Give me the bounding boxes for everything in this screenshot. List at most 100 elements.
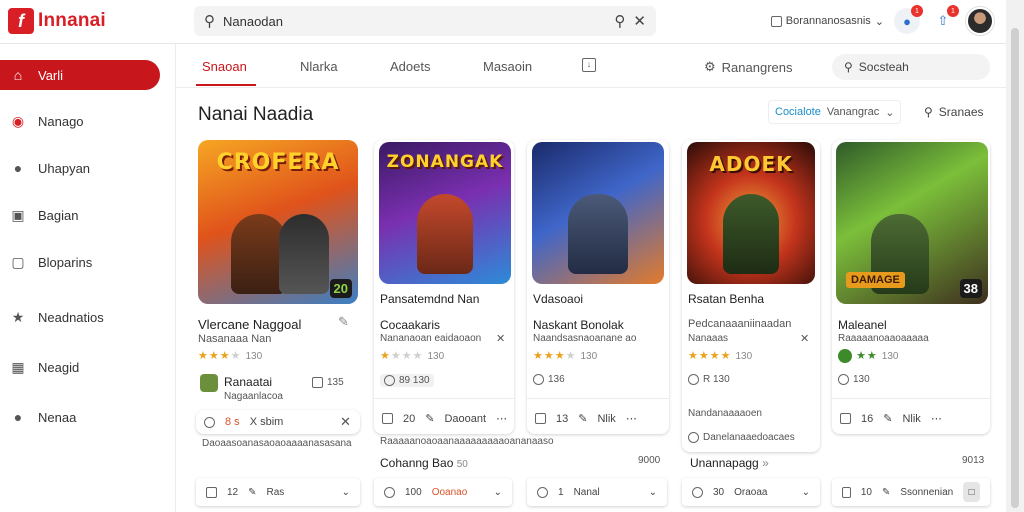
sidebar-item-favorites[interactable]: ★ Neadnatios [0,302,160,332]
card-title[interactable]: Rsatan Benha [688,292,764,306]
sidebar-item-profile[interactable]: ● Nenaa [0,402,160,432]
game-thumbnail[interactable]: DAMAGE 38 [836,142,988,304]
more-icon[interactable]: ⋯ [496,412,507,425]
game-card[interactable]: DAMAGE 38 Maleanel Raaaaanoaaoaaaaa ★★ 13… [832,140,990,434]
filter-search[interactable]: ⚲ Sranaes [924,105,984,119]
share-icon[interactable]: ✎ [578,412,587,425]
more-icon[interactable]: ⋯ [931,412,942,425]
tab-1[interactable]: Nlarka [300,59,338,74]
chevron-down-icon[interactable]: ⌄ [802,487,810,498]
card-title[interactable]: Maleanel [838,318,887,332]
action-a[interactable]: 8 s [225,416,240,428]
rating-count: 130 [881,351,899,362]
close-icon[interactable]: ✕ [633,12,646,30]
scrollbar[interactable] [1006,0,1024,512]
developer-name[interactable]: Ranaatai [224,375,272,389]
sidebar-item-grid[interactable]: ▦ Neagid [0,352,160,382]
card-action-b[interactable]: Danelanaaedoacaes [688,432,795,443]
action-b[interactable]: Nlik [902,413,920,425]
upload-button[interactable]: ⇧ 1 [930,5,959,34]
bottom-action-bar: 30 Oraoaa ⌄ [682,478,820,506]
game-thumbnail[interactable]: ZONANGAK [379,142,511,284]
game-card[interactable]: Vdasoaoi Naskant Bonolak Naandsasnaoanan… [527,140,669,434]
close-icon[interactable]: ✕ [800,332,809,345]
more-icon[interactable]: ⋯ [626,412,637,425]
divider [832,398,990,399]
sidebar-item-users[interactable]: ● Uhapyan [0,153,160,183]
game-card[interactable]: ZONANGAK Pansatemdnd Nan Cocaakaris Nana… [374,140,514,434]
action-a[interactable]: 13 [556,413,568,425]
comment-icon[interactable] [382,413,393,424]
tab-3[interactable]: Masaoin [483,59,532,74]
bottom-label[interactable]: Oraoaa [734,487,767,498]
game-card[interactable]: ADOEK Rsatan Benha Pedcanaaaniinaadan Na… [682,140,820,452]
sort-label: Ranangrens [721,59,793,75]
action-a[interactable]: 16 [861,413,873,425]
share-icon[interactable]: ✎ [882,487,890,498]
bottom-count[interactable]: 100 [405,487,422,498]
secondary-search[interactable]: ⚲ Socsteah [832,54,990,80]
game-card[interactable]: CROFERA 20 Vlercane Naggoal ✎ Nasanaaa N… [196,140,362,480]
card-actions: 8 s X sbim [204,416,283,428]
scrollbar-thumb[interactable] [1011,28,1019,508]
bottom-count[interactable]: 10 [861,487,872,498]
share-icon[interactable]: ✎ [883,412,892,425]
action-b[interactable]: X sbim [250,416,284,428]
action-b[interactable]: Nlik [597,413,615,425]
comment-icon[interactable] [535,413,546,424]
card-title[interactable]: Pansatemdnd Nan [380,292,479,306]
like-icon[interactable] [692,486,703,498]
close-icon[interactable]: ✕ [340,414,351,430]
app-logo[interactable]: f Innanai [8,8,106,34]
close-icon[interactable]: ✕ [496,332,505,345]
card-title[interactable]: Vdasoaoi [533,292,583,306]
search-input[interactable] [223,13,607,29]
chevron-down-icon[interactable]: ⌄ [342,487,350,498]
game-thumbnail[interactable]: ADOEK [687,142,815,284]
like-icon[interactable] [204,416,215,428]
card-title[interactable]: Vlercane Naggoal [198,317,301,332]
bottom-label[interactable]: Ras [267,487,285,498]
chevron-down-icon[interactable]: ⌄ [494,487,502,498]
sidebar-item-home[interactable]: ⌂ Varli [0,60,160,90]
share-icon[interactable]: ✎ [425,412,434,425]
share-icon[interactable]: ✎ [248,487,256,498]
sort-button[interactable]: ⚙ Ranangrens [704,59,792,75]
bottom-count[interactable]: 30 [713,487,724,498]
filter-other[interactable]: Vanangrac [827,106,879,118]
chevron-down-icon[interactable]: ⌄ [649,487,657,498]
filter-toggle[interactable]: Cocialote Vanangrac ⌄ [768,100,902,124]
bottom-count[interactable]: 1 [558,487,564,498]
action-a[interactable]: 20 [403,413,415,425]
bottom-label[interactable]: Ssonnenian [900,487,953,498]
bottom-label[interactable]: Nanal [574,487,600,498]
filter-active[interactable]: Cocialote [775,106,821,118]
tab-2[interactable]: Adoets [390,59,430,74]
bottom-count[interactable]: 12 [227,487,238,498]
filter-icon[interactable]: ↓ [582,58,596,72]
like-icon[interactable] [537,486,548,498]
sidebar-item-games[interactable]: ◉ Nanago [0,106,160,136]
card-action-a[interactable]: Nandanaaaaoen [688,408,762,419]
tab-0[interactable]: Snaoan [202,59,247,74]
search-icon: ⚲ [844,60,853,74]
sidebar-item-box[interactable]: ▣ Bagian [0,200,160,230]
top-link[interactable]: Borannanosasnis ⌄ [770,15,884,28]
search-submit-icon[interactable]: ⚲ [614,12,625,30]
search-bar[interactable]: ⚲ ⚲ ✕ [194,6,656,36]
game-thumbnail[interactable] [532,142,664,284]
comment-icon[interactable] [840,413,851,424]
notifications-button[interactable]: ● 1 [894,5,923,34]
card-detail: Nanaaas [688,333,729,344]
action-b[interactable]: Daooant [444,413,486,425]
comment-icon[interactable] [206,486,217,498]
bottom-label[interactable]: Ooanao [432,487,468,498]
row-label-text: Unannapagg [690,456,759,470]
edit-icon[interactable]: ✎ [338,314,349,330]
game-thumbnail[interactable]: CROFERA 20 [198,140,358,304]
expand-icon[interactable]: □ [963,482,980,502]
like-icon[interactable] [384,486,395,498]
sidebar-item-square[interactable]: ▢ Bloparins [0,247,160,277]
comment-icon[interactable] [842,486,851,498]
avatar[interactable] [966,7,994,35]
